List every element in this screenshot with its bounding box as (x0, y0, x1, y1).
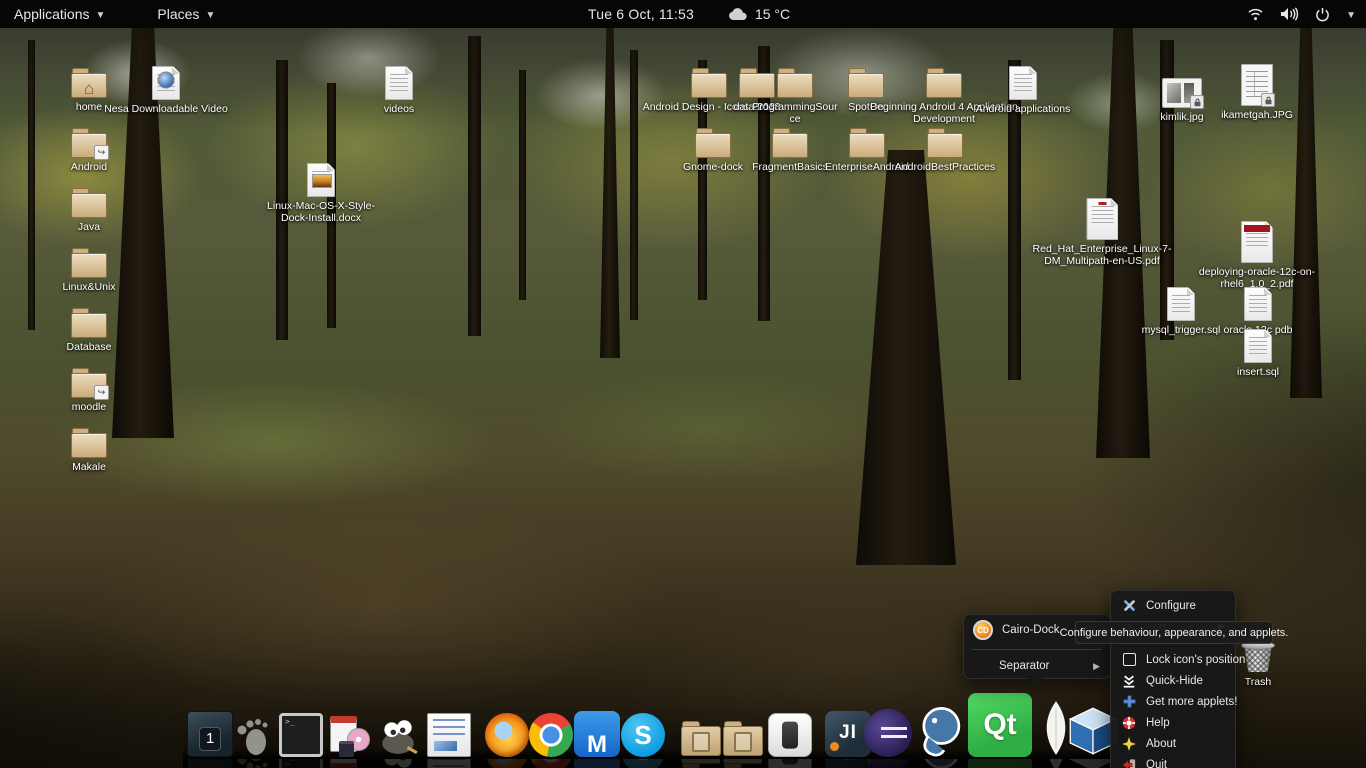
dock-item-folder-downloads[interactable] (722, 717, 762, 757)
dock-item-workspace-switcher[interactable]: 1 (187, 711, 233, 757)
dock-reflection (233, 759, 273, 768)
places-menu-label: Places (157, 6, 199, 22)
menu-item-quit[interactable]: Quit (1111, 754, 1235, 768)
dock-menu-title-label: Cairo-Dock (1002, 624, 1060, 636)
chevron-down-icon: ▼ (96, 10, 106, 21)
dock-reflection (326, 759, 370, 768)
dock-item-qt[interactable]: Qt (968, 693, 1032, 757)
folder-downloads-icon (722, 717, 762, 757)
gimp-icon (377, 715, 419, 757)
chevron-down-icon: ▼ (205, 10, 215, 21)
dock-reflection (680, 759, 720, 768)
menu-item-label: Quit (1146, 759, 1167, 768)
firefox-icon (485, 713, 529, 757)
dock-reflection (377, 759, 419, 768)
applications-menu-label: Applications (14, 6, 90, 22)
dock-item-chrome[interactable] (529, 713, 573, 757)
maxthon-icon: M (574, 711, 620, 757)
star-icon (1121, 736, 1137, 752)
folder-documents-icon (680, 717, 720, 757)
dock-item-software-package[interactable] (326, 713, 370, 757)
quit-icon (1121, 757, 1137, 768)
menu-separator (972, 649, 1102, 650)
clock[interactable]: Tue 6 Oct, 11:53 (588, 6, 694, 22)
menu-item-separator[interactable]: Separator ▶ (964, 654, 1110, 678)
terminal-icon: >_ (279, 713, 323, 757)
dock-item-maxthon[interactable]: M (574, 711, 620, 757)
postgresql-icon (913, 703, 967, 757)
places-menu[interactable]: Places ▼ (143, 0, 229, 28)
dock-reflection (864, 759, 912, 768)
dock-item-phone[interactable] (768, 713, 812, 757)
dock-reflection: S (621, 759, 665, 768)
workspace-switcher-icon: 1 (187, 711, 233, 757)
cairo-dock-icon: CD (973, 620, 993, 640)
temperature-label: 15 °C (755, 6, 790, 22)
menu-item-help[interactable]: Help (1111, 712, 1235, 733)
eclipse-icon (864, 709, 912, 757)
phone-icon (768, 713, 812, 757)
dock-item-skype[interactable]: S (621, 713, 665, 757)
dock-item-postgresql[interactable] (913, 703, 967, 757)
wifi-icon[interactable] (1247, 8, 1264, 21)
menu-item-label: Help (1146, 717, 1170, 729)
dock-item-libreoffice-writer[interactable] (427, 713, 471, 757)
menu-item-configure[interactable]: Configure (1111, 595, 1235, 616)
cloud-icon (728, 8, 748, 21)
configure-tools-icon (1121, 598, 1137, 614)
applet-context-menu: Configure + Add ▶ Lock icon's position Q… (1110, 590, 1236, 768)
menu-item-about[interactable]: About (1111, 733, 1235, 754)
applications-menu[interactable]: Applications ▼ (0, 0, 119, 28)
dock-reflection (485, 759, 529, 768)
menu-item-label: Separator (999, 660, 1050, 672)
software-package-icon (326, 713, 370, 757)
dock-reflection: >_ (279, 759, 323, 768)
menu-item-lock-icons-position[interactable]: Lock icon's position (1111, 649, 1235, 670)
menu-item-label: Lock icon's position (1146, 654, 1245, 666)
menu-item-label: About (1146, 738, 1176, 750)
checkbox-icon (1121, 652, 1137, 668)
dock-item-eclipse[interactable] (864, 709, 912, 757)
menu-item-label: Get more applets! (1146, 696, 1237, 708)
qt-icon: Qt (968, 693, 1032, 757)
plus-icon (1121, 694, 1137, 710)
dock-reflection: M (574, 759, 620, 768)
lifebuoy-icon (1121, 715, 1137, 731)
gnome-icon (233, 717, 273, 757)
dock-item-firefox[interactable] (485, 713, 529, 757)
dock-reflection (1027, 759, 1085, 768)
dock-reflection: Qt (968, 759, 1032, 768)
dock-reflection: 1 (187, 759, 233, 768)
top-bar: Applications ▼ Places ▼ Tue 6 Oct, 11:53… (0, 0, 1366, 28)
dock-item-gimp[interactable] (377, 715, 419, 757)
volume-icon[interactable] (1280, 7, 1299, 21)
dock-reflection: JI (825, 759, 871, 768)
skype-icon: S (621, 713, 665, 757)
tooltip-text: Configure behaviour, appearance, and app… (1060, 627, 1289, 639)
chevron-down-icon[interactable]: ▼ (1346, 10, 1356, 21)
chrome-icon (529, 713, 573, 757)
desktop-screen: Applications ▼ Places ▼ Tue 6 Oct, 11:53… (0, 0, 1366, 768)
quick-hide-icon (1121, 673, 1137, 689)
weather-applet[interactable]: 15 °C (728, 6, 790, 22)
menu-item-get-more-applets[interactable]: Get more applets! (1111, 691, 1235, 712)
menu-item-quick-hide[interactable]: Quick-Hide (1111, 670, 1235, 691)
workspace-number: 1 (199, 727, 220, 751)
dock-reflection (722, 759, 762, 768)
menu-item-label: Configure (1146, 600, 1196, 612)
tooltip: Configure behaviour, appearance, and app… (1075, 621, 1273, 644)
power-icon[interactable] (1315, 7, 1330, 22)
dock-item-folder-documents[interactable] (680, 717, 720, 757)
dock-reflection (768, 759, 812, 768)
dock-reflection (913, 759, 967, 768)
submenu-arrow-icon: ▶ (1093, 661, 1100, 672)
dock-item-gnome[interactable] (233, 717, 273, 757)
libreoffice-writer-icon (427, 713, 471, 757)
menu-item-label: Quick-Hide (1146, 675, 1203, 687)
dock-item-terminal[interactable]: >_ (279, 713, 323, 757)
dock-reflection (427, 759, 471, 768)
dock-reflection (529, 759, 573, 768)
